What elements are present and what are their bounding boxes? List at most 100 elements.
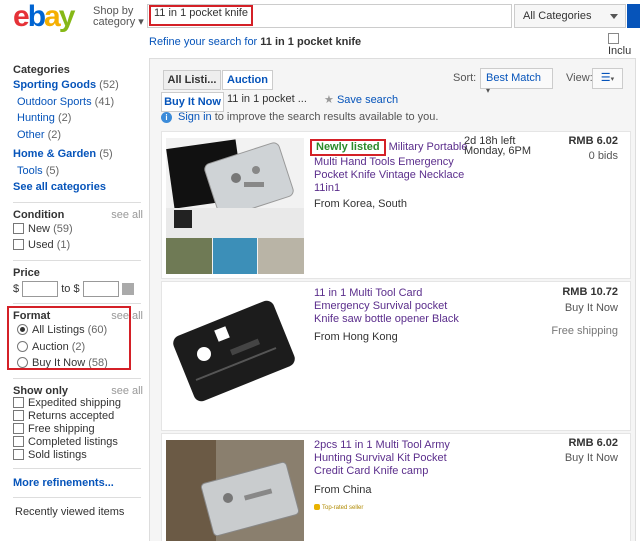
option-label: Expedited shipping: [28, 396, 121, 409]
tab-buy-it-now[interactable]: Buy It Now: [161, 92, 224, 112]
item-price: RMB 6.02: [568, 437, 618, 449]
item-bids: 0 bids: [588, 150, 618, 162]
chevron-down-icon: ▾: [138, 16, 144, 28]
category-item[interactable]: Tools (5): [13, 163, 143, 180]
view-label: View:: [566, 72, 593, 84]
left-sidebar: Categories Sporting Goods (52) Outdoor S…: [13, 60, 143, 521]
refine-search-link[interactable]: Refine your search: [149, 36, 241, 48]
search-button[interactable]: [627, 4, 640, 28]
item-shipping: Free shipping: [551, 325, 618, 337]
item-location: From Korea, South: [314, 198, 407, 210]
categories-heading: Categories: [13, 64, 70, 76]
item-format: Buy It Now: [564, 302, 618, 314]
tab-all-listings[interactable]: All Listi...: [163, 70, 221, 90]
checkbox[interactable]: [13, 396, 24, 408]
option-label: Returns accepted: [28, 409, 115, 422]
price-heading: Price: [13, 266, 40, 279]
category-count: (2): [47, 128, 62, 141]
checkbox[interactable]: [13, 435, 24, 447]
category-label[interactable]: Home & Garden: [13, 148, 96, 160]
price-to-label: to $: [61, 282, 80, 295]
item-price: RMB 10.72: [562, 286, 618, 298]
ebay-logo[interactable]: ebay: [13, 0, 75, 34]
item-image[interactable]: [166, 138, 304, 274]
see-all-categories-link[interactable]: See all categories: [13, 181, 106, 193]
price-min-input[interactable]: [22, 280, 59, 297]
chevron-down-icon: ▾: [486, 86, 491, 95]
tab-auction[interactable]: Auction: [222, 70, 273, 90]
include-label: Inclu: [608, 45, 632, 57]
checkbox[interactable]: [13, 422, 24, 434]
condition-heading: Condition: [13, 208, 65, 221]
sign-in-link[interactable]: Sign in: [178, 111, 212, 123]
price-max-input[interactable]: [82, 280, 119, 297]
top-rated-label: Top-rated seller: [322, 505, 364, 511]
checkbox[interactable]: [13, 239, 24, 250]
list-view-icon: ☰: [600, 72, 611, 84]
option-label: Free shipping: [28, 422, 95, 435]
show-only-option[interactable]: Completed listings: [13, 435, 143, 449]
sign-in-notice-text: to improve the search results available …: [211, 111, 439, 123]
category-count: (5): [99, 148, 113, 160]
list-item[interactable]: Newly listed Military Portable Multi Han…: [161, 131, 631, 279]
option-label: New: [28, 222, 51, 235]
price-range: $ to $: [13, 280, 143, 298]
show-only-option[interactable]: Expedited shipping: [13, 396, 143, 410]
chevron-down-icon: [610, 14, 618, 19]
list-item[interactable]: 2pcs 11 in 1 Multi Tool Army Hunting Sur…: [161, 433, 631, 541]
list-item[interactable]: 11 in 1 Multi Tool Card Emergency Surviv…: [161, 281, 631, 431]
category-select-value: All Categories: [523, 10, 592, 22]
show-only-option[interactable]: Returns accepted: [13, 409, 143, 423]
category-item[interactable]: Outdoor Sports (41): [13, 94, 143, 111]
category-item[interactable]: Hunting (2): [13, 110, 143, 127]
save-search-label: Save search: [336, 94, 399, 106]
divider: [13, 467, 141, 469]
category-select[interactable]: All Categories: [514, 4, 626, 28]
show-only-heading-row: Show only see all: [13, 385, 143, 397]
view-toggle-button[interactable]: ☰▾: [592, 68, 623, 89]
include-checkbox[interactable]: [608, 33, 619, 44]
item-title-link[interactable]: 2pcs 11 in 1 Multi Tool Army Hunting Sur…: [314, 439, 474, 478]
category-item[interactable]: Other (2): [13, 127, 143, 144]
query-snippet: 11 in 1 pocket ...: [227, 93, 307, 105]
star-icon: ★: [324, 94, 334, 106]
show-only-option[interactable]: Free shipping: [13, 422, 143, 436]
category-label[interactable]: Outdoor Sports: [17, 96, 92, 108]
price-submit-button[interactable]: [121, 282, 134, 295]
condition-option[interactable]: New (59): [13, 221, 143, 238]
save-search-button[interactable]: ★ Save search: [324, 93, 398, 106]
item-title-link[interactable]: 11 in 1 Multi Tool Card Emergency Surviv…: [314, 287, 474, 326]
option-label: Used: [28, 239, 54, 251]
shop-by-category-button[interactable]: Shop by category ▾: [93, 6, 144, 28]
category-count: (41): [94, 95, 115, 108]
checkbox[interactable]: [13, 409, 24, 421]
item-image[interactable]: [166, 440, 304, 541]
item-price: RMB 6.02: [568, 135, 618, 147]
category-label[interactable]: Other: [17, 129, 45, 141]
show-only-option[interactable]: Sold listings: [13, 448, 143, 462]
more-refinements-link[interactable]: More refinements...: [13, 477, 114, 489]
checkbox[interactable]: [13, 448, 24, 460]
logo-letter-e: e: [13, 0, 30, 33]
results-panel: All Listi... Auction Buy It Now 11 in 1 …: [149, 58, 636, 541]
sort-select[interactable]: Best Match ▾: [480, 68, 553, 95]
divider: [13, 259, 141, 261]
search-input[interactable]: 11 in 1 pocket knife: [149, 5, 253, 26]
see-all-link[interactable]: see all: [111, 385, 143, 397]
sort-label: Sort:: [453, 72, 477, 84]
top-rated-icon: [314, 504, 320, 510]
category-item[interactable]: Home & Garden (5): [13, 146, 143, 163]
include-description-option[interactable]: Inclu: [608, 33, 640, 57]
category-item[interactable]: Sporting Goods (52): [13, 77, 143, 94]
condition-option[interactable]: Used (1): [13, 237, 143, 254]
item-image[interactable]: [166, 288, 304, 424]
category-label[interactable]: Sporting Goods: [13, 79, 96, 91]
category-label[interactable]: Tools: [17, 165, 43, 177]
category-count: (2): [57, 112, 72, 124]
item-end-time: Monday, 6PM: [464, 145, 532, 157]
checkbox[interactable]: [13, 222, 24, 234]
divider: [13, 377, 141, 379]
item-title[interactable]: Newly listed Military Portable Multi Han…: [310, 139, 474, 195]
see-all-link[interactable]: see all: [111, 209, 143, 221]
category-label[interactable]: Hunting: [17, 112, 55, 124]
